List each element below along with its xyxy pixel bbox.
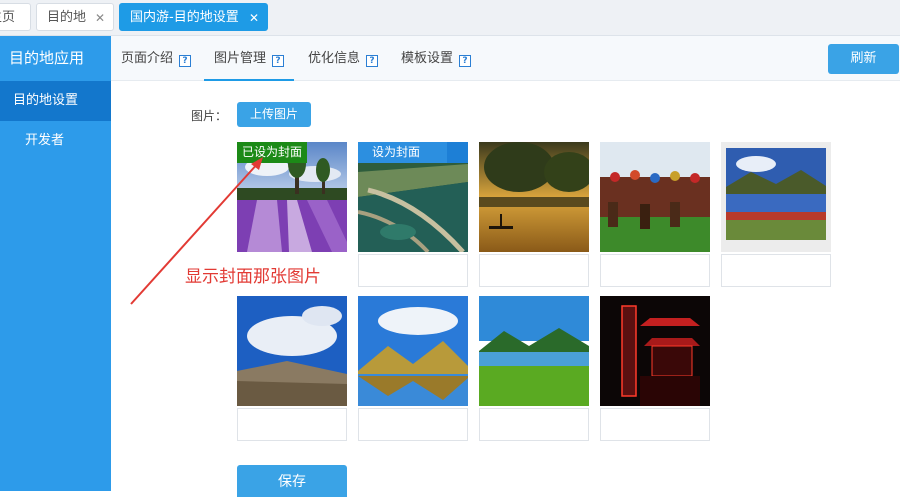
top-tab-label: 目的地: [47, 10, 87, 25]
image-thumb-rocky-hill[interactable]: [237, 296, 347, 406]
sidebar: 目的地应用 目的地设置 开发者: [0, 36, 111, 491]
tab-label: 图片管理: [214, 51, 267, 66]
close-icon[interactable]: ✕: [249, 4, 259, 32]
image-field-label: 图片：: [191, 109, 228, 123]
mountains-reflection-photo: [358, 296, 468, 406]
image-caption-field[interactable]: [237, 408, 347, 441]
top-tab-destination-settings[interactable]: 国内游-目的地设置 ✕: [119, 3, 268, 31]
help-icon[interactable]: ?: [366, 55, 379, 67]
pagoda-night-photo: [600, 296, 710, 406]
image-thumb-horse-riders[interactable]: [600, 142, 710, 252]
tab-image-management[interactable]: 图片管理?: [204, 36, 295, 81]
upload-image-button[interactable]: 上传图片: [237, 102, 311, 127]
top-tab-home[interactable]: 主页: [0, 3, 31, 31]
green-valley-photo: [479, 296, 589, 406]
image-thumb-lavender[interactable]: 已设为封面: [237, 142, 347, 252]
help-icon[interactable]: ?: [459, 55, 472, 67]
top-tab-bar: 主页 目的地 ✕ 国内游-目的地设置 ✕: [0, 0, 900, 36]
image-thumb-pier[interactable]: 设为封面: [358, 142, 468, 252]
refresh-button[interactable]: 刷新: [828, 44, 899, 74]
help-icon[interactable]: ?: [179, 55, 192, 67]
sidebar-title: 目的地应用: [9, 49, 85, 67]
mountain-lake-photo: [721, 142, 831, 252]
tab-label: 模板设置: [401, 51, 454, 66]
image-caption-field[interactable]: [358, 254, 468, 287]
image-thumb-mountains-reflection[interactable]: [358, 296, 468, 406]
image-thumb-pagoda-night[interactable]: [600, 296, 710, 406]
image-caption-field[interactable]: [600, 254, 710, 287]
save-button[interactable]: 保存: [237, 465, 347, 497]
cover-badge: 已设为封面: [237, 142, 308, 163]
sidebar-item-developer[interactable]: 开发者: [0, 121, 111, 161]
tab-optimization[interactable]: 优化信息?: [308, 36, 379, 81]
remove-image-button[interactable]: [447, 142, 468, 163]
close-icon[interactable]: ✕: [95, 4, 105, 32]
set-cover-button[interactable]: 设为封面: [372, 142, 420, 163]
image-caption-field[interactable]: [479, 254, 589, 287]
image-caption-field[interactable]: [721, 254, 831, 287]
close-icon: [447, 142, 468, 252]
sidebar-item-destination-settings[interactable]: 目的地设置: [0, 81, 111, 121]
rocky-hill-photo: [237, 296, 347, 406]
tab-label: 页面介绍: [121, 51, 174, 66]
top-tab-label: 国内游-目的地设置: [130, 10, 239, 25]
help-icon[interactable]: ?: [272, 55, 285, 67]
image-caption-field[interactable]: [358, 408, 468, 441]
image-caption-field[interactable]: [479, 408, 589, 441]
tab-page-intro[interactable]: 页面介绍?: [121, 36, 192, 81]
set-cover-bar: 设为封面: [358, 142, 468, 163]
page-tab-bar: 页面介绍? 图片管理? 优化信息? 模板设置? 刷新: [111, 36, 900, 81]
golden-lake-photo: [479, 142, 589, 252]
tab-template-settings[interactable]: 模板设置?: [401, 36, 472, 81]
image-thumb-green-valley[interactable]: [479, 296, 589, 406]
tab-label: 优化信息: [308, 51, 361, 66]
image-caption-field[interactable]: [600, 408, 710, 441]
annotation-text: 显示封面那张图片: [185, 267, 321, 287]
top-tab-label: 主页: [0, 10, 16, 25]
top-tab-destination[interactable]: 目的地 ✕: [36, 3, 114, 31]
image-thumb-mountain-lake[interactable]: [721, 142, 831, 252]
horse-riders-photo: [600, 142, 710, 252]
main-content: 页面介绍? 图片管理? 优化信息? 模板设置? 刷新 图片： 上传图片 已设为封…: [111, 36, 900, 497]
image-thumb-golden-lake[interactable]: [479, 142, 589, 252]
